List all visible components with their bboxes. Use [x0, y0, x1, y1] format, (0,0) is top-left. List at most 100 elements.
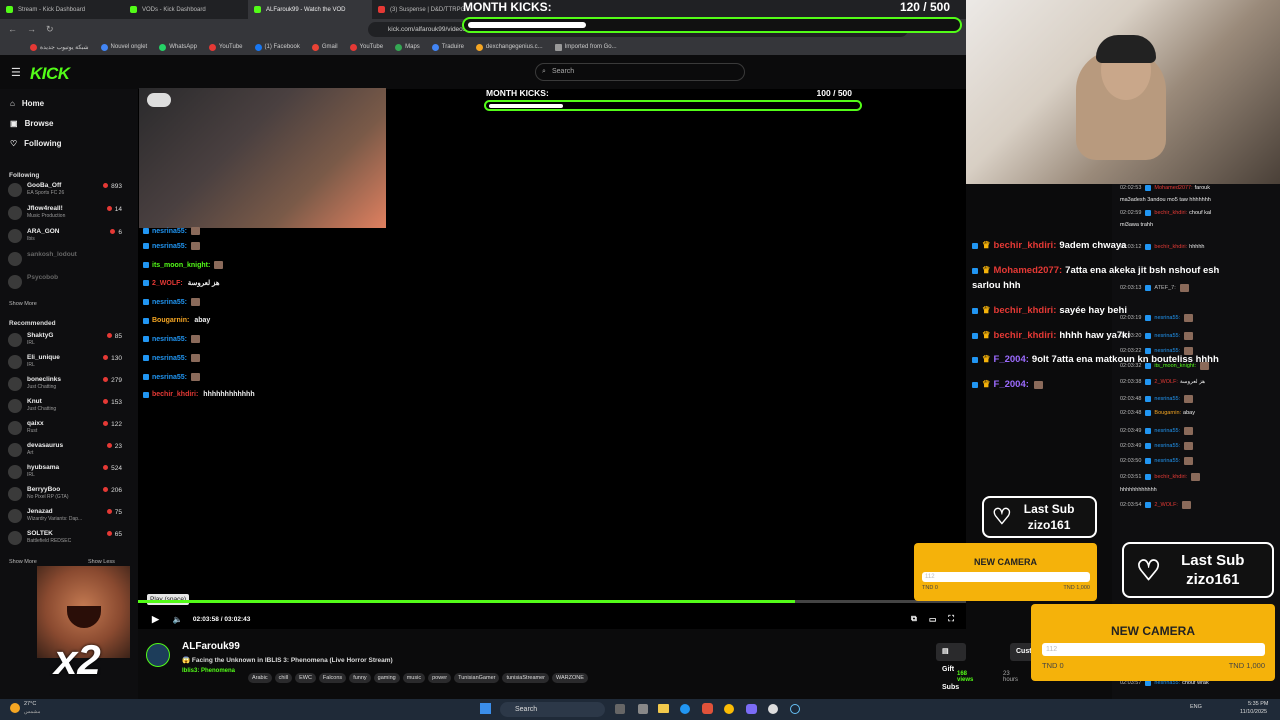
- pip-icon[interactable]: ⧉: [911, 614, 917, 624]
- sidebar-channel[interactable]: Knut Just Chatting 153: [8, 397, 122, 415]
- stream-tag[interactable]: tunisiaStreamer: [502, 673, 549, 683]
- chat-username[interactable]: nesrina55:: [152, 336, 187, 343]
- streamer-name[interactable]: ALFarouk99: [182, 641, 240, 652]
- stream-tag[interactable]: Arabic: [248, 673, 272, 683]
- stream-tag[interactable]: power: [428, 673, 452, 683]
- nav-home[interactable]: ⌂ Home: [10, 99, 44, 108]
- fullscreen-icon[interactable]: ⛶: [948, 614, 954, 624]
- show-more-recommended[interactable]: Show More: [9, 559, 37, 565]
- bookmark[interactable]: Maps: [395, 43, 420, 51]
- nav-following[interactable]: ♡ Following: [10, 139, 62, 148]
- task-view-icon[interactable]: [615, 704, 625, 714]
- sidebar-channel[interactable]: boneclinks Just Chatting 279: [8, 375, 122, 393]
- brave-icon[interactable]: [702, 703, 713, 714]
- sidebar-channel[interactable]: ARA_GON Ibis 6: [8, 227, 122, 245]
- taskbar-search[interactable]: Search: [500, 702, 605, 717]
- chat-username[interactable]: nesrina55:: [1154, 315, 1180, 321]
- bookmark[interactable]: dexchangegenius.c...: [475, 43, 543, 51]
- chat-username[interactable]: bechir_khdiri:: [1154, 244, 1187, 250]
- sidebar-channel[interactable]: Jflow4reall! Music Production 14: [8, 204, 122, 222]
- stream-tag[interactable]: Falcons: [318, 673, 347, 683]
- bookmark[interactable]: Traduire: [431, 43, 464, 51]
- clock-date[interactable]: 11/10/2025: [1240, 709, 1267, 715]
- play-icon[interactable]: ▶: [152, 614, 159, 625]
- stream-tag[interactable]: WARZONE: [552, 673, 588, 683]
- chat-username[interactable]: ATEF_7:: [1154, 285, 1175, 291]
- chat-username[interactable]: 2_WOLF:: [1154, 502, 1178, 508]
- sidebar-channel[interactable]: devasaurus Art 23: [8, 441, 122, 459]
- stream-tag[interactable]: chill: [274, 673, 293, 683]
- theater-icon[interactable]: ▭: [929, 615, 937, 624]
- stream-category[interactable]: Iblis3: Phenomena: [182, 668, 235, 674]
- chat-username[interactable]: nesrina55:: [1154, 428, 1180, 434]
- stream-tag[interactable]: music: [402, 673, 426, 683]
- file-explorer-icon[interactable]: [658, 704, 669, 713]
- chat-username[interactable]: nesrina55:: [152, 299, 187, 306]
- steam-icon[interactable]: [790, 704, 800, 714]
- chat-username[interactable]: nesrina55:: [152, 374, 187, 381]
- bookmark[interactable]: Nouvel onglet: [100, 43, 147, 51]
- obs-icon[interactable]: [768, 704, 778, 714]
- gift-subs-button[interactable]: ▤ Gift Subs: [936, 643, 966, 691]
- search-input[interactable]: ⌕ Search: [535, 63, 745, 81]
- sidebar-channel[interactable]: ShaktyG IRL 85: [8, 331, 122, 349]
- forward-icon[interactable]: →: [27, 24, 36, 34]
- menu-icon[interactable]: ☰: [11, 66, 21, 79]
- bookmark[interactable]: YouTube: [208, 43, 243, 51]
- bookmark[interactable]: WhatsApp: [159, 43, 197, 51]
- sidebar-channel[interactable]: Psycobob: [8, 273, 122, 291]
- sidebar-channel[interactable]: hyubsama IRL 524: [8, 463, 122, 481]
- sidebar-channel[interactable]: SOLTEK Battlefield REDSEC 65: [8, 529, 122, 547]
- windows-start-icon[interactable]: [480, 703, 491, 714]
- video-progress-bar[interactable]: [138, 600, 966, 603]
- discord-icon[interactable]: [746, 704, 757, 714]
- back-icon[interactable]: ←: [8, 24, 17, 34]
- bookmark[interactable]: شبكة يوتيوب جديدة: [30, 43, 89, 51]
- sidebar-channel[interactable]: Jenazad Wizardry Variants: Dap... 75: [8, 507, 122, 525]
- widgets-icon[interactable]: [638, 704, 648, 714]
- chat-username[interactable]: nesrina55:: [1154, 333, 1180, 339]
- browser-tab[interactable]: Stream - Kick Dashboard: [0, 0, 124, 19]
- reload-icon[interactable]: ↻: [46, 24, 54, 35]
- bookmark[interactable]: Gmail: [311, 43, 338, 51]
- chat-username[interactable]: its_moon_knight:: [152, 262, 210, 269]
- clock-time[interactable]: 5:35 PM: [1248, 701, 1268, 707]
- show-less[interactable]: Show Less: [88, 559, 115, 565]
- chat-username[interactable]: bechir_khdiri:: [1154, 474, 1187, 480]
- chat-username[interactable]: nesrina55:: [1154, 396, 1180, 402]
- bookmark[interactable]: (1) Facebook: [254, 43, 300, 51]
- sidebar-channel[interactable]: Eli_unique IRL 130: [8, 353, 122, 371]
- chat-username[interactable]: 2_WOLF:: [152, 280, 183, 287]
- stream-tag[interactable]: funny: [349, 673, 371, 683]
- chat-username[interactable]: nesrina55:: [152, 243, 187, 250]
- chat-username[interactable]: Mohamed2077:: [1154, 185, 1192, 191]
- stream-tag[interactable]: TunisianGamer: [454, 673, 500, 683]
- chat-username[interactable]: 2_WOLF:: [1154, 379, 1178, 385]
- show-more-following[interactable]: Show More: [9, 301, 37, 307]
- stream-tag[interactable]: EWC: [295, 673, 316, 683]
- browser-tab-active[interactable]: ALFarouk99 - Watch the VOD: [248, 0, 372, 19]
- chat-username[interactable]: nesrina55:: [152, 355, 187, 362]
- sidebar-channel[interactable]: BerryyBoo No Pixel RP (GTA) 206: [8, 485, 122, 503]
- sidebar-channel[interactable]: GooBa_Off EA Sports FC 26 893: [8, 181, 122, 199]
- browser-tab[interactable]: VODs - Kick Dashboard: [124, 0, 248, 19]
- sidebar-channel[interactable]: qaixx Rust 122: [8, 419, 122, 437]
- streamer-avatar[interactable]: [146, 643, 170, 667]
- chat-username[interactable]: Bougarnin:: [152, 317, 189, 324]
- kick-logo[interactable]: KICK: [30, 64, 70, 84]
- edge-icon[interactable]: [680, 704, 690, 714]
- bookmark-folder[interactable]: Imported from Go...: [554, 43, 617, 51]
- chat-username[interactable]: nesrina55:: [1154, 458, 1180, 464]
- chat-username[interactable]: Bougarnin:: [1154, 410, 1181, 416]
- sidebar-channel[interactable]: sankosh_lodout: [8, 250, 122, 268]
- bookmark[interactable]: YouTube: [349, 43, 383, 51]
- chat-username[interactable]: nesrina55:: [152, 228, 187, 235]
- volume-icon[interactable]: 🔈: [173, 615, 183, 624]
- nav-browse[interactable]: ▣ Browse: [10, 119, 53, 128]
- stream-tag[interactable]: gaming: [373, 673, 400, 683]
- input-language[interactable]: ENG: [1190, 704, 1202, 710]
- chat-username[interactable]: nesrina55:: [1154, 443, 1180, 449]
- chrome-icon[interactable]: [724, 704, 734, 714]
- weather-icon[interactable]: [10, 703, 20, 713]
- chat-username[interactable]: bechir_khdiri:: [152, 391, 198, 398]
